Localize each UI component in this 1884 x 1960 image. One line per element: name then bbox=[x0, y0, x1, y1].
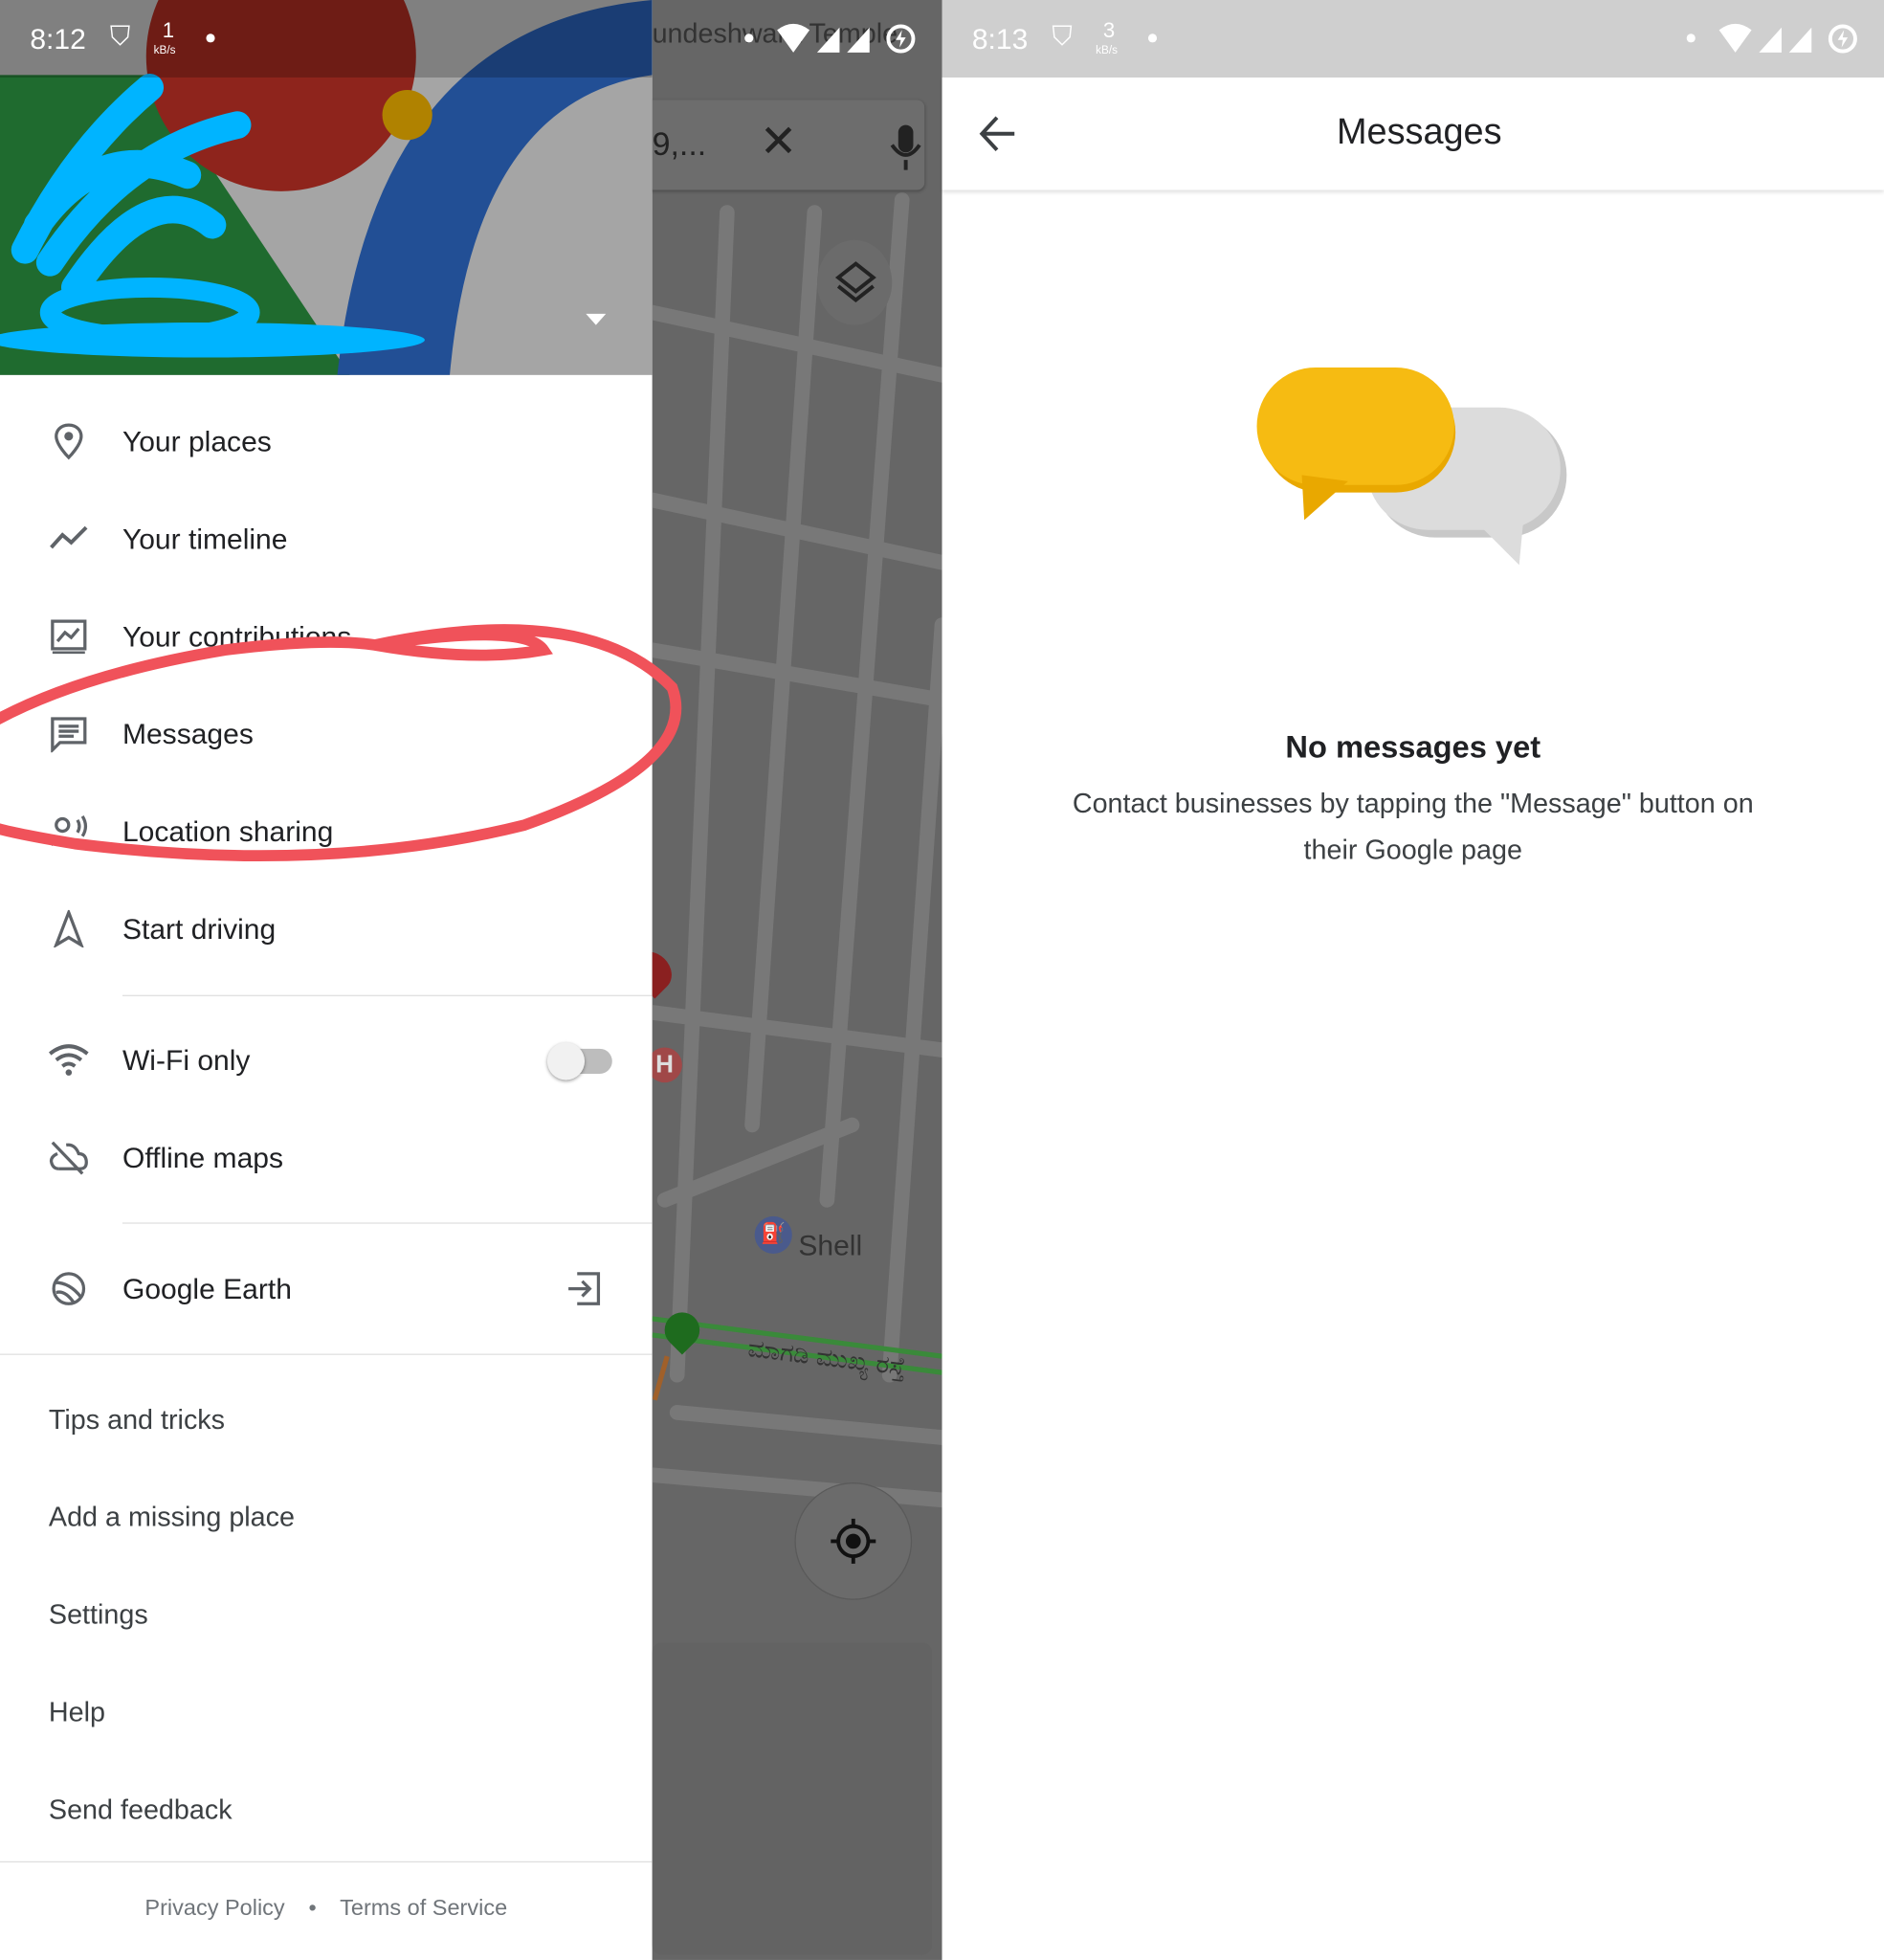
chat-bubbles-illustration bbox=[1256, 367, 1567, 566]
my-location-button[interactable] bbox=[794, 1482, 913, 1600]
empty-state-body-line1: Contact businesses by tapping the "Messa… bbox=[1072, 787, 1754, 819]
earth-icon bbox=[52, 1272, 86, 1305]
messages-screen: 8:13 ⛉ 3 kB/s Messages No messages yet C… bbox=[942, 0, 1884, 1960]
empty-state-body-line2: their Google page bbox=[1303, 834, 1522, 865]
navigation-icon bbox=[54, 909, 84, 948]
empty-state-title: No messages yet bbox=[1285, 729, 1541, 766]
shield-icon: ⛉ bbox=[1052, 19, 1073, 52]
app-bar: Messages bbox=[942, 77, 1884, 190]
clear-icon[interactable]: ✕ bbox=[760, 115, 797, 167]
menu-label: Start driving bbox=[122, 912, 277, 946]
my-location-icon bbox=[831, 1518, 876, 1564]
notification-dot-icon bbox=[1686, 33, 1696, 43]
page-title: Messages bbox=[1336, 112, 1502, 153]
menu-item-start-driving[interactable]: Start driving bbox=[0, 880, 653, 977]
menu-item-your-timeline[interactable]: Your timeline bbox=[0, 490, 653, 588]
menu-label: Google Earth bbox=[122, 1272, 292, 1305]
status-signal-icon bbox=[1759, 27, 1812, 53]
menu-label: Your places bbox=[122, 425, 272, 458]
navigation-drawer: 8:12 ⛉ 1 kB/s Your places Your timeline … bbox=[0, 0, 653, 1960]
microphone-icon[interactable] bbox=[887, 122, 924, 172]
menu-item-tips-and-tricks[interactable]: Tips and tricks bbox=[49, 1395, 225, 1445]
terms-of-service-link[interactable]: Terms of Service bbox=[340, 1895, 507, 1920]
notification-dot-icon bbox=[744, 33, 754, 43]
footer-separator: • bbox=[308, 1895, 317, 1921]
status-time: 8:13 bbox=[971, 22, 1029, 56]
open-external-icon bbox=[568, 1272, 601, 1305]
menu-item-help[interactable]: Help bbox=[49, 1687, 105, 1737]
divider bbox=[0, 1353, 653, 1355]
menu-item-offline-maps[interactable]: Offline maps bbox=[0, 1109, 653, 1207]
status-wifi-icon bbox=[777, 23, 810, 53]
account-dropdown-icon[interactable] bbox=[586, 313, 607, 325]
menu-label: Your timeline bbox=[122, 522, 288, 555]
network-speed-unit: kB/s bbox=[1096, 43, 1118, 56]
offline-icon bbox=[49, 1141, 88, 1175]
bottom-sheet[interactable] bbox=[652, 1642, 933, 1955]
menu-item-send-feedback[interactable]: Send feedback bbox=[49, 1785, 233, 1835]
notification-dot-icon bbox=[206, 33, 215, 43]
highlight-annotation bbox=[0, 624, 682, 862]
location-pin-icon bbox=[55, 423, 83, 460]
status-signal-icon bbox=[816, 27, 870, 53]
gas-station-marker-icon[interactable]: ⛽ bbox=[754, 1215, 792, 1255]
layers-button[interactable] bbox=[816, 239, 893, 325]
menu-item-google-earth[interactable]: Google Earth bbox=[0, 1240, 653, 1338]
notification-dot-icon bbox=[1147, 33, 1158, 43]
map-background[interactable]: undeshwara Temple 9,... ✕ H ⛽ Shell ಮಾಗಡ… bbox=[652, 0, 942, 1960]
shield-icon: ⛉ bbox=[109, 19, 131, 52]
divider bbox=[122, 994, 653, 996]
menu-item-add-missing-place[interactable]: Add a missing place bbox=[49, 1492, 295, 1542]
status-time: 8:12 bbox=[30, 22, 86, 56]
network-speed-value: 3 bbox=[1102, 18, 1116, 43]
battery-charging-icon bbox=[1828, 24, 1857, 54]
menu-label: Wi-Fi only bbox=[122, 1043, 251, 1077]
search-query[interactable]: 9,... bbox=[653, 125, 707, 164]
timeline-icon bbox=[50, 525, 88, 549]
status-bar: 8:12 ⛉ 1 kB/s bbox=[0, 0, 653, 78]
network-speed-value: 1 bbox=[162, 18, 175, 43]
menu-item-settings[interactable]: Settings bbox=[49, 1590, 148, 1639]
poi-label-shell[interactable]: Shell bbox=[798, 1229, 862, 1262]
wifi-only-toggle[interactable] bbox=[546, 1042, 612, 1080]
search-bar[interactable]: 9,... ✕ bbox=[652, 100, 925, 190]
divider bbox=[0, 1860, 653, 1863]
status-bar: 8:13 ⛉ 3 kB/s bbox=[942, 0, 1884, 78]
toggle-thumb bbox=[546, 1042, 586, 1080]
menu-item-your-places[interactable]: Your places bbox=[0, 392, 653, 490]
account-header[interactable]: 8:12 ⛉ 1 kB/s bbox=[0, 0, 653, 375]
divider bbox=[122, 1222, 653, 1224]
battery-charging-icon bbox=[886, 24, 916, 54]
menu-item-wifi-only[interactable]: Wi-Fi only bbox=[0, 1012, 653, 1109]
drawer-footer: Privacy Policy • Terms of Service bbox=[0, 1895, 653, 1921]
network-speed-unit: kB/s bbox=[153, 43, 176, 56]
privacy-policy-link[interactable]: Privacy Policy bbox=[144, 1895, 284, 1920]
wifi-icon bbox=[49, 1044, 89, 1076]
menu-label: Offline maps bbox=[122, 1141, 284, 1174]
layers-icon bbox=[834, 261, 876, 302]
status-bar-icons-left-screen bbox=[737, 17, 924, 59]
status-wifi-icon bbox=[1718, 23, 1752, 53]
